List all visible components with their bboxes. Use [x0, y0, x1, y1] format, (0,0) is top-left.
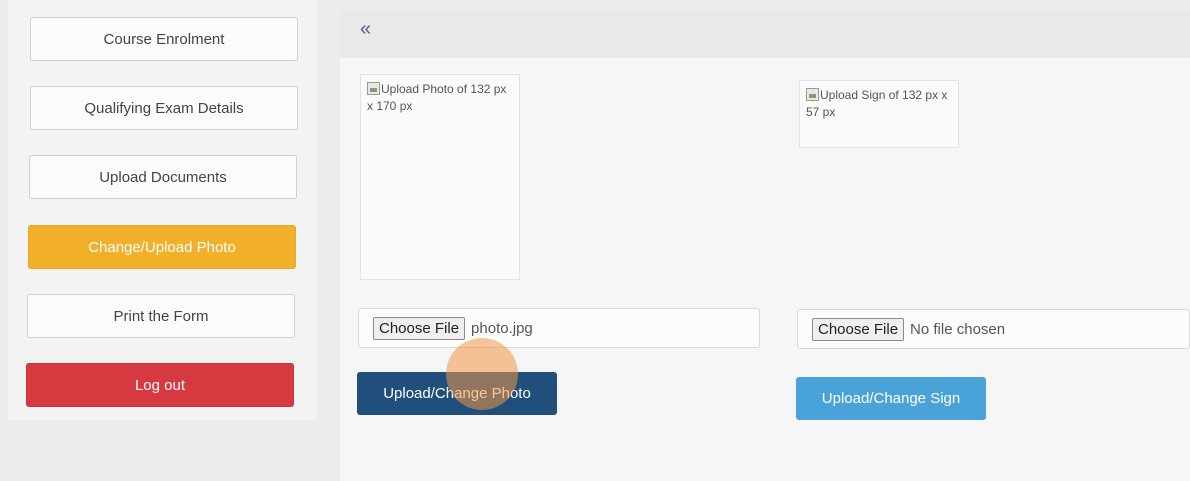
broken-image-icon [806, 88, 819, 101]
broken-image-icon [367, 82, 380, 95]
sidebar-item-change-upload-photo[interactable]: Change/Upload Photo [28, 225, 296, 269]
sign-alt-text: Upload Sign of 132 px x 57 px [806, 87, 952, 121]
sidebar: Course Enrolment Qualifying Exam Details… [8, 0, 318, 420]
sign-file-name: No file chosen [910, 320, 1006, 338]
sidebar-item-qualifying-exam-details[interactable]: Qualifying Exam Details [30, 86, 298, 130]
photo-alt-label: Upload Photo of 132 px x 170 px [367, 82, 507, 113]
sidebar-item-course-enrolment[interactable]: Course Enrolment [30, 17, 298, 61]
photo-file-input[interactable]: Choose File photo.jpg [358, 308, 760, 348]
sign-alt-label: Upload Sign of 132 px x 57 px [806, 88, 948, 119]
photo-preview: Upload Photo of 132 px x 170 px [360, 74, 520, 280]
collapse-sidebar-icon[interactable]: « [360, 18, 371, 41]
choose-photo-button[interactable]: Choose File [373, 316, 466, 340]
sidebar-item-upload-documents[interactable]: Upload Documents [29, 155, 297, 199]
sidebar-item-print-form[interactable]: Print the Form [27, 294, 295, 338]
photo-alt-text: Upload Photo of 132 px x 170 px [367, 81, 513, 115]
choose-sign-button[interactable]: Choose File [812, 317, 905, 341]
photo-file-name: photo.jpg [471, 319, 533, 337]
logout-button[interactable]: Log out [26, 363, 294, 407]
page: Course Enrolment Qualifying Exam Details… [0, 0, 1190, 481]
upload-change-photo-button[interactable]: Upload/Change Photo [357, 372, 557, 415]
main-content: « Upload Photo of 132 px x 170 px Upload… [340, 10, 1190, 481]
sign-preview: Upload Sign of 132 px x 57 px [799, 80, 959, 148]
upload-change-sign-button[interactable]: Upload/Change Sign [796, 377, 986, 420]
top-bar: « [340, 10, 1190, 58]
sign-file-input[interactable]: Choose File No file chosen [797, 309, 1190, 349]
